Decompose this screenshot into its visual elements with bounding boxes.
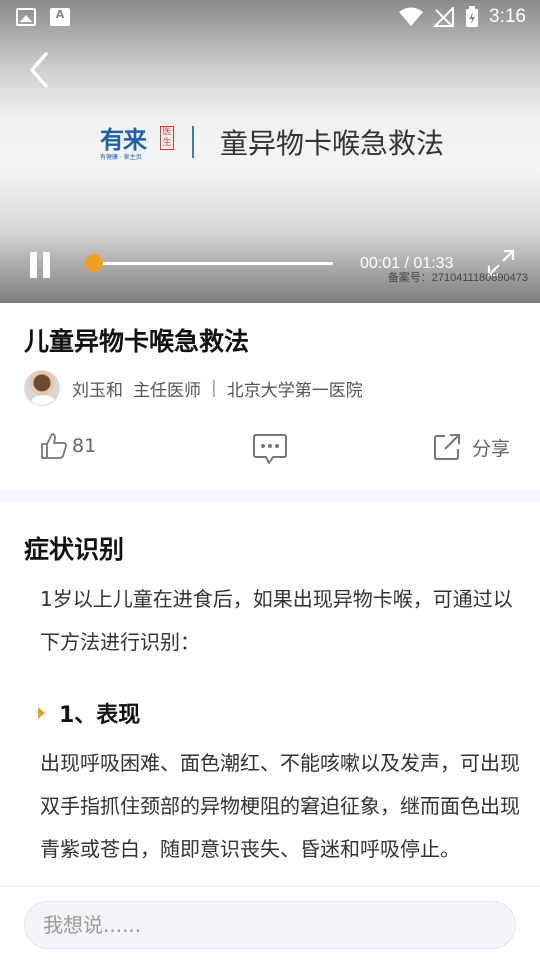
like-button[interactable]: 81 [40, 432, 96, 460]
comment-input[interactable]: 我想说...... [24, 901, 516, 949]
wifi-icon [399, 7, 424, 26]
comment-icon[interactable] [252, 432, 288, 466]
subsection-paragraph: 出现呼吸困难、面色潮红、不能咳嗽以及发声，可出现双手指抓住颈部的异物梗阻的窘迫征… [40, 751, 520, 861]
thumbs-up-icon [41, 433, 67, 459]
gallery-notification-icon [16, 8, 36, 26]
author-title: 主任医师 [133, 380, 201, 401]
share-button[interactable]: 分享 [432, 432, 510, 462]
youlai-logo: 有来 医生 有健康 · 家主页 [100, 122, 178, 162]
section-title: 症状识别 [22, 530, 140, 569]
video-banner: 有来 医生 有健康 · 家主页 童异物卡喉急救法 [100, 122, 444, 162]
action-bar: 81 分享 [0, 428, 540, 470]
subsection-heading: 1、表现 [38, 697, 140, 729]
author-separator: | [211, 378, 217, 398]
share-icon [433, 434, 460, 460]
author-hospital: 北京大学第一医院 [226, 380, 363, 401]
video-player[interactable]: A 3:16 有来 医生 有健康 · 家主页 童异物卡喉急救法 00:01 / … [0, 0, 540, 303]
comment-bar: 我想说...... [0, 886, 540, 960]
author-name: 刘玉和 [72, 380, 123, 401]
like-count: 81 [72, 435, 97, 457]
share-label: 分享 [471, 437, 510, 460]
bullet-triangle-icon [38, 707, 45, 719]
video-banner-title: 童异物卡喉急救法 [220, 127, 445, 160]
clock: 3:16 [489, 6, 526, 27]
pause-button[interactable] [28, 252, 52, 278]
banner-divider [192, 126, 194, 158]
article-title: 儿童异物卡喉急救法 [24, 327, 250, 356]
app-notification-icon: A [50, 8, 70, 26]
status-bar: A 3:16 [0, 0, 540, 36]
record-number: 备案号：2710411180890473 [387, 272, 528, 284]
avatar[interactable] [24, 370, 60, 406]
intro-paragraph: 1岁以上儿童在进食后，如果出现异物卡喉，可通过以下方法进行识别： [40, 587, 513, 654]
progress-knob[interactable] [85, 254, 104, 272]
progress-track[interactable] [92, 262, 333, 265]
author-row[interactable]: 刘玉和 主任医师 | 北京大学第一医院 [24, 369, 363, 407]
section-divider [0, 490, 540, 502]
battery-icon [466, 6, 479, 27]
back-arrow-icon[interactable] [24, 50, 60, 90]
no-signal-icon [433, 7, 455, 27]
